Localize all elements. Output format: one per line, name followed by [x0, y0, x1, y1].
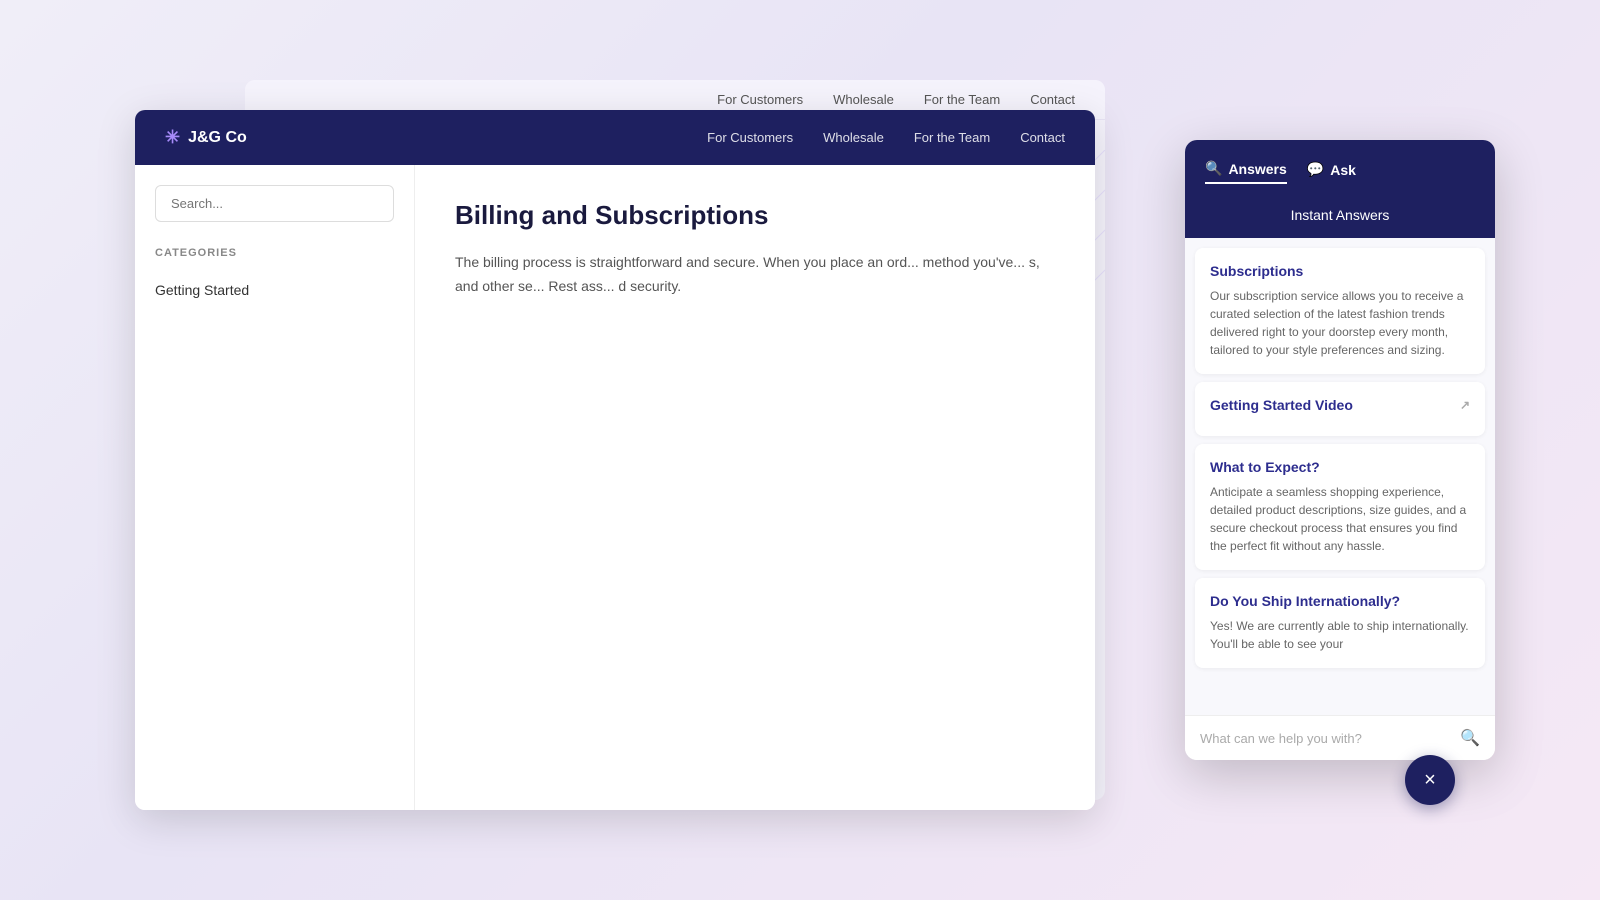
bg-nav-for-team[interactable]: For the Team — [924, 92, 1000, 107]
nav-links: For Customers Wholesale For the Team Con… — [707, 130, 1065, 145]
bg-nav-wholesale[interactable]: Wholesale — [833, 92, 894, 107]
result-card-what-to-expect[interactable]: What to Expect? Anticipate a seamless sh… — [1195, 444, 1485, 570]
result-subscriptions-body: Our subscription service allows you to r… — [1210, 287, 1470, 359]
nav-for-customers[interactable]: For Customers — [707, 130, 793, 145]
result-card-getting-started-video[interactable]: Getting Started Video ↗ — [1195, 382, 1485, 436]
result-shipping-body: Yes! We are currently able to ship inter… — [1210, 617, 1470, 653]
answers-icon: 🔍 — [1205, 160, 1222, 177]
result-expect-body: Anticipate a seamless shopping experienc… — [1210, 483, 1470, 555]
result-expect-title: What to Expect? — [1210, 459, 1470, 475]
article-title: Billing and Subscriptions — [455, 200, 1055, 231]
external-link-icon: ↗ — [1460, 398, 1470, 412]
main-navbar: ✳ J&G Co For Customers Wholesale For the… — [135, 110, 1095, 165]
chat-search-icon[interactable]: 🔍 — [1460, 728, 1480, 748]
result-shipping-title: Do You Ship Internationally? — [1210, 593, 1470, 609]
result-subscriptions-title: Subscriptions — [1210, 263, 1470, 279]
article-body: The billing process is straightforward a… — [455, 251, 1055, 299]
main-content-area: CATEGORIES Getting Started Billing and S… — [135, 165, 1095, 810]
article-content: Billing and Subscriptions The billing pr… — [415, 165, 1095, 810]
logo: ✳ J&G Co — [165, 127, 707, 148]
chat-tab-ask[interactable]: 💬 Ask — [1307, 155, 1356, 184]
categories-label: CATEGORIES — [155, 247, 394, 259]
result-card-international-shipping[interactable]: Do You Ship Internationally? Yes! We are… — [1195, 578, 1485, 668]
sidebar-search-input[interactable] — [155, 185, 394, 222]
chat-close-button[interactable]: × — [1405, 755, 1455, 805]
ask-tab-label: Ask — [1330, 162, 1356, 178]
result-card-subscriptions[interactable]: Subscriptions Our subscription service a… — [1195, 248, 1485, 374]
main-help-window: ✳ J&G Co For Customers Wholesale For the… — [135, 110, 1095, 810]
answers-tab-label: Answers — [1228, 161, 1286, 177]
chat-search-input[interactable] — [1200, 731, 1460, 746]
logo-text: J&G Co — [188, 129, 247, 147]
nav-wholesale[interactable]: Wholesale — [823, 130, 884, 145]
bg-nav-contact[interactable]: Contact — [1030, 92, 1075, 107]
ask-icon: 💬 — [1307, 161, 1324, 178]
chat-panel: 🔍 Answers 💬 Ask Instant Answers Subscrip… — [1185, 140, 1495, 760]
sidebar: CATEGORIES Getting Started — [135, 165, 415, 810]
sidebar-item-getting-started[interactable]: Getting Started — [155, 274, 394, 306]
nav-for-team[interactable]: For the Team — [914, 130, 990, 145]
chat-results-list: Subscriptions Our subscription service a… — [1185, 238, 1495, 715]
result-video-title: Getting Started Video ↗ — [1210, 397, 1470, 413]
bg-nav-for-customers[interactable]: For Customers — [717, 92, 803, 107]
chat-input-area: 🔍 — [1185, 715, 1495, 760]
nav-contact[interactable]: Contact — [1020, 130, 1065, 145]
chat-subtitle: Instant Answers — [1185, 199, 1495, 238]
logo-icon: ✳ — [165, 127, 180, 148]
chat-tab-answers[interactable]: 🔍 Answers — [1205, 155, 1287, 184]
chat-header: 🔍 Answers 💬 Ask — [1185, 140, 1495, 199]
